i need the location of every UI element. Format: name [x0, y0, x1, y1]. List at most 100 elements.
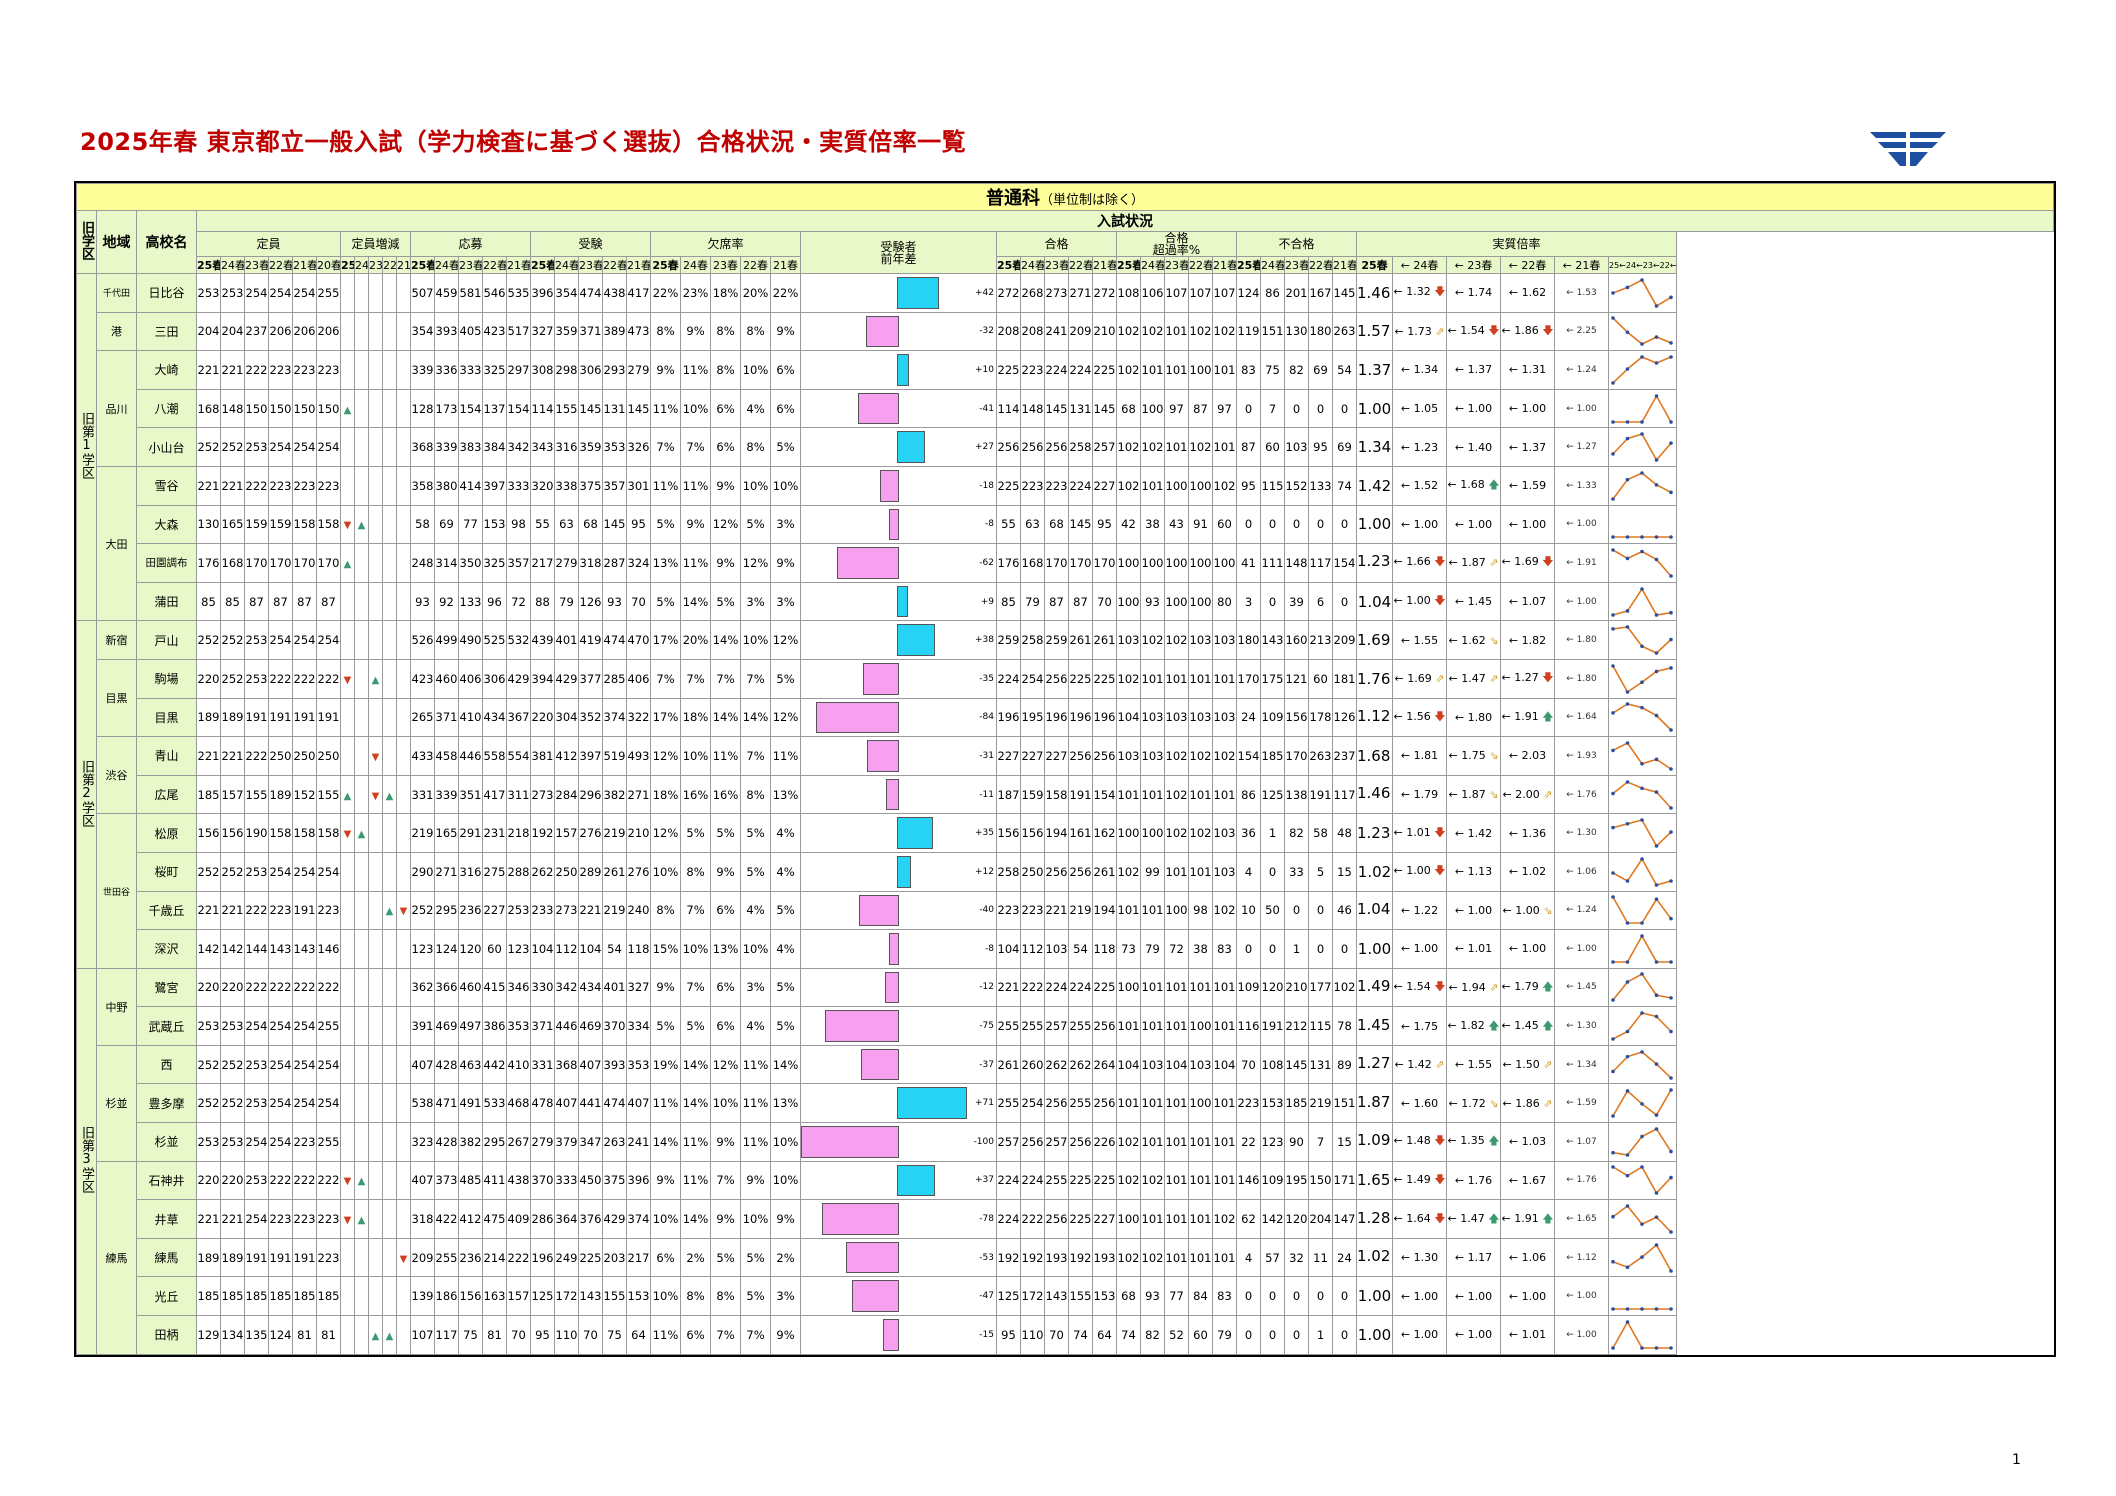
ratio-value: 1.00 [1521, 1289, 1547, 1303]
over-rate-cell: 100 [1164, 890, 1189, 931]
examinees-cell: 104 [578, 929, 603, 969]
sparkline-line [1612, 1166, 1672, 1195]
table-row: 目黒 189 189 191 191 191 191 265 371 410 434 367 220 30… [77, 697, 2054, 738]
trend-arrow-dn-icon: 🡇 [1430, 709, 1446, 723]
over-rate-cell: 103 [1212, 697, 1237, 738]
applicants-cell: 415 [482, 967, 507, 1008]
over-rate-cell: 101 [1116, 890, 1141, 931]
cap-change-cell [368, 465, 383, 506]
absence-cell: 13% [650, 543, 681, 583]
capacity-cell: 158 [316, 504, 341, 545]
sparkline-point [1611, 870, 1615, 875]
capacity-cell: 156 [196, 813, 221, 853]
ratio-sparkline [1611, 586, 1673, 617]
passed-cell: 256 [1044, 1083, 1069, 1124]
ratio-cell: ← 1.55 [1392, 620, 1447, 660]
examinees-cell: 233 [530, 890, 555, 931]
ratio-value: 1.91 [1514, 709, 1539, 723]
cap-change-cell [340, 736, 355, 776]
sparkline-line [1612, 780, 1672, 809]
cap-change-cell: ▲ [368, 658, 383, 699]
applicants-cell: 288 [506, 851, 531, 892]
diff-bar [861, 1048, 899, 1081]
sparkline-point [1654, 1242, 1659, 1247]
failed-cell: 210 [1284, 967, 1309, 1008]
table-row: 杉並西 252 252 253 254 254 254 407 428 463 442 410 331 3… [77, 1044, 2054, 1162]
capacity-year-4: 21春 [292, 256, 317, 274]
examinees-cell: 203 [602, 1237, 627, 1278]
ratio-cell: ← 1.02 [1500, 851, 1555, 892]
ratio-year-4: ← 21春 [1554, 256, 1609, 274]
ratio-value: 1.37 [1357, 360, 1392, 379]
absence-cell: 10% [650, 1199, 681, 1239]
ratio-cell: ← 1.00 [1446, 1315, 1501, 1355]
applicants-cell: 253 [506, 890, 531, 931]
absence-cell: 8% [740, 311, 771, 352]
applicants-cell: 532 [506, 620, 531, 660]
capacity-cell: 129 [196, 1315, 221, 1355]
ratio-value: 1.07 [1521, 595, 1547, 609]
cap-change-cell [340, 350, 355, 390]
failed-cell: 115 [1260, 465, 1285, 506]
cap-change-cell: ▼ [340, 1160, 355, 1201]
applicants-cell: 339 [410, 350, 435, 390]
over-year-3: 22春 [1188, 256, 1213, 274]
failed-cell: 58 [1308, 813, 1333, 853]
applicants-cell: 469 [434, 1006, 459, 1046]
passed-cell: 261 [1092, 851, 1117, 892]
ratio-value: 1.45 [1514, 1018, 1539, 1032]
over-rate-cell: 91 [1188, 504, 1213, 545]
trend-arrow-dn-icon: 🡇 [1430, 594, 1446, 608]
capacity-cell: 250 [292, 736, 317, 776]
failed-cell: 11 [1308, 1237, 1333, 1278]
examinees-cell: 262 [530, 851, 555, 892]
failed-cell: 0 [1332, 504, 1357, 545]
over-rate-cell: 101 [1212, 774, 1237, 815]
applicants-cell: 333 [458, 350, 483, 390]
cap-change-cell: ▼ [396, 1237, 411, 1278]
over-rate-cell: 101 [1116, 1083, 1141, 1124]
examinees-cell: 276 [578, 813, 603, 853]
absence-cell: 7% [680, 427, 711, 467]
over-rate-cell: 106 [1140, 273, 1165, 313]
failed-cell: 175 [1260, 658, 1285, 699]
passed-cell: 273 [1044, 273, 1069, 313]
passed-cell: 259 [1044, 620, 1069, 660]
failed-cell: 124 [1236, 273, 1261, 313]
applicants-cell: 490 [458, 620, 483, 660]
capacity-cell: 254 [268, 851, 293, 892]
capacity-cell: 223 [316, 1237, 341, 1278]
ratio-value: 1.23 [1413, 440, 1439, 454]
passed-cell: 118 [1092, 929, 1117, 969]
sparkline-point [1625, 689, 1630, 694]
ratio-cell: 1.69 ⇗ [1356, 620, 1393, 660]
trend-arrow-ne-icon: ⇗ [1539, 1058, 1553, 1072]
applicants-cell: 157 [506, 1276, 531, 1317]
capacity-cell: 221 [220, 736, 245, 776]
absence-cell: 6% [680, 1315, 711, 1355]
ratio-cell: ← 1.79 🡅 [1500, 967, 1555, 1008]
diff-value: -53 [979, 1252, 994, 1263]
over-year-4: 21春 [1212, 256, 1237, 274]
ratio-cell: ← 1.86 ⇗ [1500, 1083, 1555, 1124]
failed-cell: 0 [1332, 581, 1357, 622]
ratio-sparkline [1611, 1320, 1673, 1350]
cap-change-cell [396, 427, 411, 467]
sparkline-point [1669, 610, 1673, 615]
capacity-cell: 254 [292, 851, 317, 892]
trend-arrow-ne-icon: ⇗ [1539, 788, 1553, 802]
absence-cell: 7% [740, 1315, 771, 1355]
ratio-cell: ← 1.34 [1554, 1044, 1609, 1085]
over-rate-cell: 104 [1116, 1044, 1141, 1085]
ratio-sparkline [1611, 702, 1673, 733]
sparkline-cell [1608, 1199, 1677, 1239]
failed-cell: 153 [1260, 1083, 1285, 1124]
sparkline-point [1654, 669, 1659, 673]
failed-cell: 0 [1284, 388, 1309, 429]
applicants-cell: 219 [410, 813, 435, 853]
capacity-cell: 158 [292, 813, 317, 853]
diff-value: +37 [975, 1175, 994, 1186]
examinees-cell: 155 [602, 1276, 627, 1317]
examinees-cell: 241 [626, 1122, 651, 1162]
over-rate-cell: 101 [1164, 1122, 1189, 1162]
